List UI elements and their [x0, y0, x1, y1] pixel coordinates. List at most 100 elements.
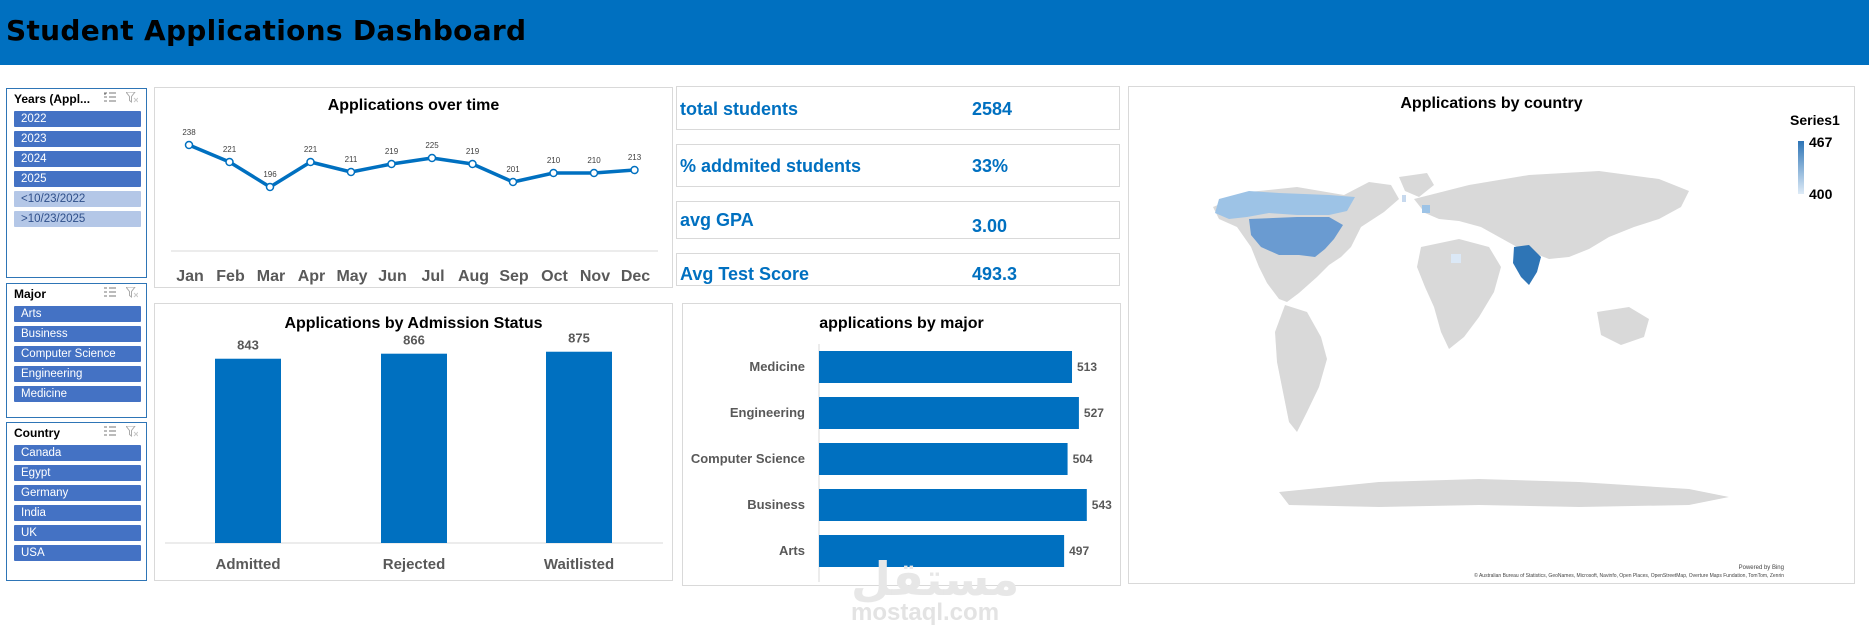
line-point — [589, 168, 599, 178]
major-data-label: 504 — [1073, 452, 1093, 466]
line-data-label: 221 — [223, 145, 237, 154]
line-point — [468, 159, 477, 169]
slicer-item-india[interactable]: India — [14, 505, 141, 521]
map-credits: © Australian Bureau of Statistics, GeoNa… — [1474, 573, 1784, 579]
major-bar — [819, 489, 1087, 521]
multi-select-icon[interactable] — [104, 426, 116, 437]
kpi-total-students-label: total students — [680, 99, 799, 119]
major-category-label: Medicine — [749, 359, 805, 374]
slicer-item-germany[interactable]: Germany — [14, 485, 141, 501]
line-data-label: 213 — [628, 153, 642, 162]
kpi-admitted-label: % addmited students — [680, 156, 862, 176]
x-tick-label: Dec — [621, 268, 650, 285]
slicer-item-after-range[interactable]: >10/23/2025 — [14, 211, 141, 227]
kpi-admitted: % addmited students 33% — [676, 144, 1120, 187]
major-category-label: Business — [747, 497, 805, 512]
applications-over-time-panel: Applications over time 238 Jan 221 Feb 196 Ma… — [154, 87, 673, 288]
major-category-label: Computer Science — [691, 451, 805, 466]
kpi-gpa: avg GPA 3.00 — [676, 201, 1120, 239]
country-slicer-header: Country — [7, 423, 146, 442]
status-bar — [381, 353, 447, 543]
country-slicer: Country Canada Egypt Germany India UK US… — [6, 422, 147, 581]
slicer-item-canada[interactable]: Canada — [14, 445, 141, 461]
admission-status-panel: Applications by Admission Status 843 Admi… — [154, 303, 673, 581]
status-category-label: Rejected — [383, 556, 446, 573]
kpi-gpa-label: avg GPA — [680, 210, 754, 230]
slicer-item-usa[interactable]: USA — [14, 545, 141, 561]
major-slicer: Major Arts Business Computer Science Eng… — [6, 283, 147, 418]
status-bar — [215, 358, 281, 543]
slicer-item-egypt[interactable]: Egypt — [14, 465, 141, 481]
slicer-item-uk[interactable]: UK — [14, 525, 141, 541]
status-data-label: 875 — [568, 331, 590, 346]
status-category-label: Admitted — [216, 556, 281, 573]
status-data-label: 866 — [403, 333, 425, 348]
line-point — [184, 140, 194, 150]
x-tick-label: Oct — [541, 268, 568, 285]
slicer-item-engineering[interactable]: Engineering — [14, 366, 141, 382]
status-data-label: 843 — [237, 338, 259, 353]
kpi-test-score: Avg Test Score 493.3 — [676, 253, 1120, 286]
slicer-item-2022[interactable]: 2022 — [14, 111, 141, 127]
dashboard-header: Student Applications Dashboard — [0, 0, 1869, 65]
kpi-total-students-value: 2584 — [972, 99, 1013, 119]
slicer-item-arts[interactable]: Arts — [14, 306, 141, 322]
x-tick-label: Jun — [378, 268, 406, 285]
major-data-label: 543 — [1092, 498, 1112, 512]
slicer-item-2025[interactable]: 2025 — [14, 171, 141, 187]
kpi-gpa-value: 3.00 — [972, 216, 1008, 236]
line-point — [306, 157, 315, 167]
line-data-label: 196 — [263, 170, 277, 179]
line-point — [508, 177, 518, 187]
x-tick-label: Feb — [216, 268, 245, 285]
kpi-admitted-value: 33% — [972, 156, 1009, 176]
kpi-test-score-label: Avg Test Score — [680, 264, 810, 284]
clear-filter-icon[interactable] — [126, 287, 138, 298]
slicer-item-2023[interactable]: 2023 — [14, 131, 141, 147]
x-tick-label: Jul — [421, 268, 444, 285]
slicer-item-computer-science[interactable]: Computer Science — [14, 346, 141, 362]
major-bar — [819, 443, 1068, 475]
line-chart: 238 Jan 221 Feb 196 Mar 221 Apr 211 May 219 Jun 225 J… — [171, 128, 658, 285]
line-data-label: 210 — [587, 156, 601, 165]
slicer-item-medicine[interactable]: Medicine — [14, 386, 141, 402]
major-data-label: 513 — [1077, 360, 1097, 374]
years-slicer-header: Years (Appl... — [7, 89, 146, 108]
world-map[interactable] — [1129, 87, 1856, 585]
line-point — [549, 168, 558, 178]
line-data-label: 201 — [506, 165, 520, 174]
multi-select-icon[interactable] — [104, 287, 116, 298]
years-slicer: Years (Appl... 2022 2023 2024 2025 <10/2… — [6, 88, 147, 278]
major-category-label: Arts — [779, 543, 805, 558]
slicer-item-before-range[interactable]: <10/23/2022 — [14, 191, 141, 207]
map-panel: Applications by country Series1 467 400 … — [1128, 86, 1855, 584]
map-legend-gradient — [1798, 141, 1804, 194]
slicer-item-business[interactable]: Business — [14, 326, 141, 342]
major-data-label: 497 — [1069, 544, 1089, 558]
country-slicer-title: Country — [14, 425, 60, 440]
map-legend-max: 467 — [1809, 134, 1833, 150]
status-bar — [546, 351, 612, 543]
multi-select-icon[interactable] — [104, 92, 116, 103]
clear-filter-icon[interactable] — [126, 426, 138, 437]
slicer-item-2024[interactable]: 2024 — [14, 151, 141, 167]
line-data-label: 219 — [385, 147, 399, 156]
major-bar-chart: 513 Medicine 527 Engineering 504 Computer Sci… — [691, 344, 1112, 582]
kpi-test-score-value: 493.3 — [972, 264, 1018, 284]
line-data-label: 219 — [466, 147, 480, 156]
x-tick-label: May — [336, 268, 367, 285]
line-point — [387, 159, 396, 169]
years-slicer-title: Years (Appl... — [14, 91, 91, 106]
major-bar — [819, 351, 1073, 383]
status-category-label: Waitlisted — [544, 556, 614, 573]
major-data-label: 527 — [1084, 406, 1104, 420]
clear-filter-icon[interactable] — [126, 92, 138, 103]
major-category-label: Engineering — [730, 405, 805, 420]
watermark-site: mostaql.com — [851, 599, 1000, 626]
map-legend-min: 400 — [1809, 186, 1833, 202]
major-slicer-title: Major — [14, 286, 47, 301]
line-data-label: 225 — [425, 141, 439, 150]
line-data-label: 221 — [304, 145, 318, 154]
map-legend-title: Series1 — [1790, 112, 1840, 128]
x-tick-label: Jan — [176, 268, 204, 285]
